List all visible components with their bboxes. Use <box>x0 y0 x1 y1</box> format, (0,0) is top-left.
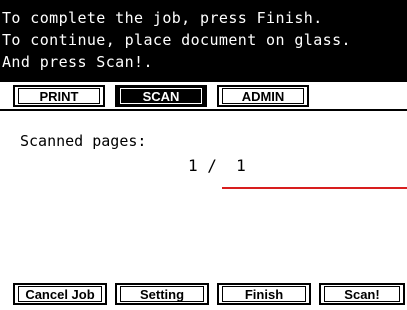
scanned-pages-label: Scanned pages: <box>20 132 147 150</box>
tab-divider <box>0 109 407 111</box>
page-count: 1 / 1 <box>188 156 246 175</box>
cancel-job-label: Cancel Job <box>18 286 102 302</box>
tab-admin-label: ADMIN <box>222 88 304 104</box>
scan-button[interactable]: Scan! <box>319 283 405 305</box>
banner-line-2: To continue, place document on glass. <box>2 31 351 49</box>
setting-button[interactable]: Setting <box>115 283 209 305</box>
tab-print-label: PRINT <box>18 88 100 104</box>
banner-line-1: To complete the job, press Finish. <box>2 9 323 27</box>
cancel-job-button[interactable]: Cancel Job <box>13 283 107 305</box>
banner-line-3: And press Scan!. <box>2 53 153 71</box>
scan-label: Scan! <box>324 286 400 302</box>
tab-scan-label: SCAN <box>120 88 202 104</box>
finish-label: Finish <box>222 286 306 302</box>
tab-scan[interactable]: SCAN <box>115 85 207 107</box>
tab-admin[interactable]: ADMIN <box>217 85 309 107</box>
tab-print[interactable]: PRINT <box>13 85 105 107</box>
finish-button[interactable]: Finish <box>217 283 311 305</box>
progress-underline <box>222 187 407 189</box>
setting-label: Setting <box>120 286 204 302</box>
status-banner: To complete the job, press Finish. To co… <box>0 0 407 82</box>
